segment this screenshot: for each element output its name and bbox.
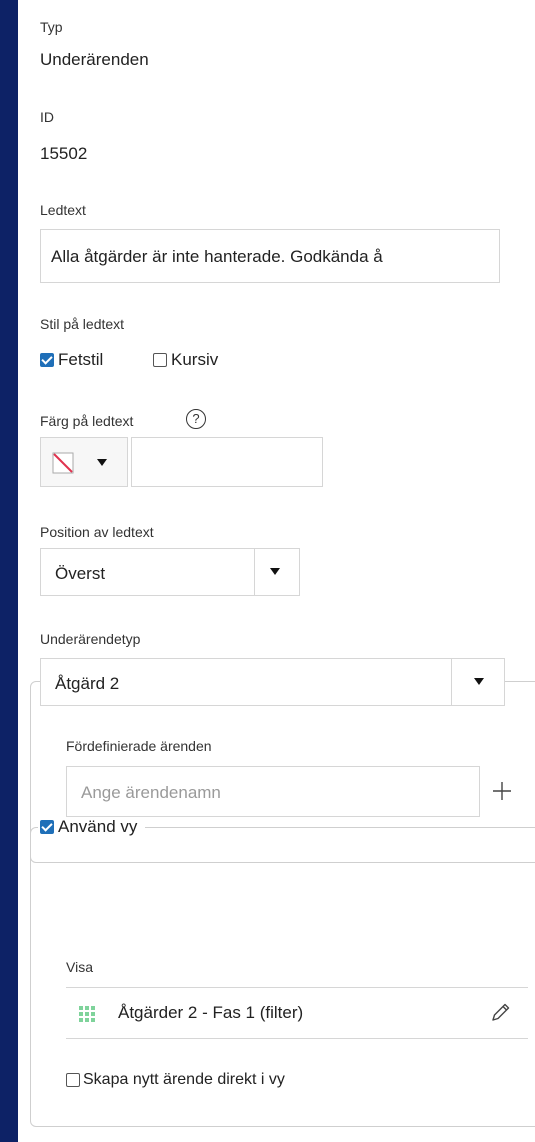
grid-icon xyxy=(79,1006,95,1022)
help-icon[interactable]: ? xyxy=(186,409,206,429)
use-view-checkbox[interactable]: Använd vy xyxy=(38,817,146,837)
chevron-down-icon xyxy=(270,568,280,575)
italic-checkbox-box[interactable] xyxy=(153,353,167,367)
stil-label: Stil på ledtext xyxy=(40,316,125,332)
predefined-placeholder: Ange ärendenamn xyxy=(81,783,221,802)
view-list-item[interactable]: Åtgärder 2 - Fas 1 (filter) xyxy=(66,987,528,1039)
use-view-checkbox-box[interactable] xyxy=(40,820,54,834)
underarendetyp-label: Underärendetyp xyxy=(40,631,141,647)
type-label: Typ xyxy=(40,19,63,35)
farg-label: Färg på ledtext xyxy=(40,413,134,429)
type-value: Underärenden xyxy=(40,50,149,69)
ledtext-input[interactable]: Alla åtgärder är inte hanterade. Godkänd… xyxy=(40,229,500,283)
underarendetyp-select[interactable]: Åtgärd 2 xyxy=(40,658,505,706)
italic-checkbox-label: Kursiv xyxy=(171,350,219,369)
create-direct-checkbox[interactable]: Skapa nytt ärende direkt i vy xyxy=(66,1071,285,1089)
chevron-down-icon xyxy=(474,678,484,685)
properties-panel: Typ Underärenden ID 15502 Ledtext Alla å… xyxy=(18,0,535,1142)
plus-icon[interactable] xyxy=(492,781,512,801)
select-divider xyxy=(254,549,255,595)
id-label: ID xyxy=(40,109,54,125)
color-value-input[interactable] xyxy=(131,437,323,487)
predefined-input[interactable]: Ange ärendenamn xyxy=(66,766,480,817)
create-direct-label: Skapa nytt ärende direkt i vy xyxy=(83,1071,285,1088)
color-dropdown-caret-icon xyxy=(97,459,107,466)
ledtext-label: Ledtext xyxy=(40,202,86,218)
id-value: 15502 xyxy=(40,144,88,163)
no-color-icon xyxy=(52,452,74,474)
select-divider xyxy=(451,659,452,705)
position-select[interactable]: Överst xyxy=(40,548,300,596)
create-direct-checkbox-box[interactable] xyxy=(66,1073,80,1087)
predefined-label: Fördefinierade ärenden xyxy=(66,738,212,754)
position-selected: Överst xyxy=(55,564,106,583)
pencil-icon[interactable] xyxy=(490,1001,512,1023)
position-label: Position av ledtext xyxy=(40,524,154,540)
use-view-checkbox-label: Använd vy xyxy=(58,817,138,836)
visa-label: Visa xyxy=(66,959,93,975)
ledtext-input-value: Alla åtgärder är inte hanterade. Godkänd… xyxy=(51,247,383,266)
italic-checkbox[interactable]: Kursiv xyxy=(153,350,218,370)
color-picker-button[interactable] xyxy=(40,437,128,487)
underarendetyp-selected: Åtgärd 2 xyxy=(55,674,120,693)
view-name: Åtgärder 2 - Fas 1 (filter) xyxy=(118,1003,304,1022)
bold-checkbox[interactable]: Fetstil xyxy=(40,350,103,370)
bold-checkbox-box[interactable] xyxy=(40,353,54,367)
bold-checkbox-label: Fetstil xyxy=(58,350,104,369)
